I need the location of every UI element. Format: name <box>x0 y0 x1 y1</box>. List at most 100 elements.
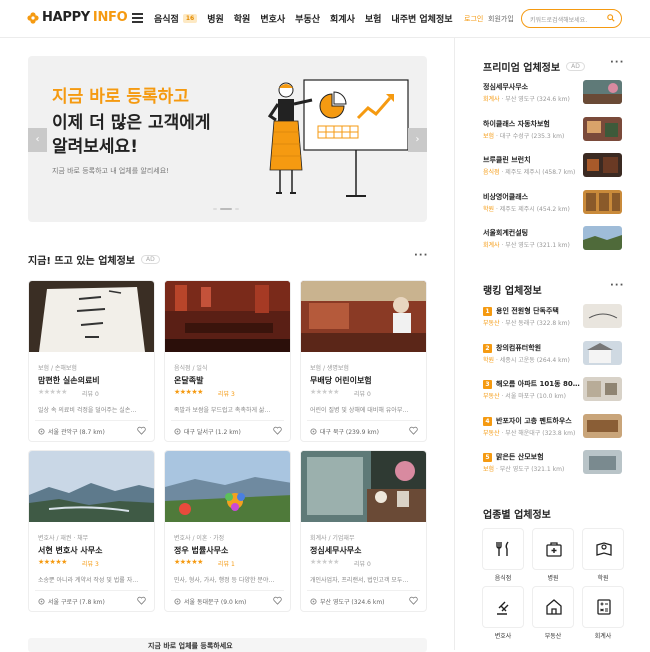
login-link[interactable]: 로그인 <box>464 14 483 24</box>
ranking-item[interactable]: 5 맑은든 산모보험 보험 · 부산 영도구 (321.1 km) <box>483 450 623 476</box>
rank-number: 1 <box>483 307 492 316</box>
review-count: 리뷰 0 <box>354 391 371 398</box>
divider <box>307 590 420 591</box>
rank-number: 4 <box>483 417 492 426</box>
nav-item-accountant[interactable]: 회계사 <box>330 12 355 25</box>
heart-icon[interactable] <box>273 426 282 435</box>
premium-item-name: 브루클린 브런치 <box>483 156 531 164</box>
ranking-name-text: 해오름 아파트 101동 80… <box>496 380 580 388</box>
hero-banner[interactable]: 지금 바로 등록하고 이제 더 많은 고객에게 알려보세요! 지금 바로 등록하… <box>28 56 427 222</box>
card-location: 서울 동대문구 (9.0 km) <box>174 597 246 606</box>
premium-item-location: 제주도 제주시 (458.7 km) <box>505 169 576 176</box>
premium-item-location: 대구 수성구 (235.3 km) <box>499 133 565 140</box>
heart-icon[interactable] <box>137 426 146 435</box>
nav-item-nearby[interactable]: 내주변 업체정보 <box>391 12 452 25</box>
business-card[interactable]: 보험 / 생명보험 무배당 어린이보험 ★★★★★ 리뷰 0 어린이 질병 및 … <box>300 280 427 442</box>
card-photo <box>165 451 290 522</box>
rank-number: 2 <box>483 344 492 353</box>
pagination-dot[interactable] <box>213 208 217 210</box>
search-placeholder: 키워드로검색해보세요. <box>530 17 588 24</box>
premium-item-location: 제주도 제주시 (454.2 km) <box>499 206 570 213</box>
banner-pagination[interactable] <box>213 208 242 210</box>
card-title: 온달족발 <box>174 376 204 385</box>
card-description: 소송뿐 아니라 계약서 작성 및 법률 자… <box>38 577 139 584</box>
pagination-dot[interactable] <box>235 208 239 210</box>
ranking-item[interactable]: 4 반포자이 고층 펜트하우스 부동산 · 부산 해운대구 (323.8 km) <box>483 414 623 440</box>
premium-item-thumbnail <box>583 117 622 141</box>
business-card[interactable]: 보험 / 손해보험 맘편한 실손의료비 ★★★★★ 리뷰 0 일상 속 의료비 … <box>28 280 155 442</box>
ranking-item[interactable]: 2 창의컴퓨터학원 학원 · 세종시 고운동 (264.4 km) <box>483 341 623 367</box>
nav-item-academy[interactable]: 학원 <box>234 12 251 25</box>
ranking-item-thumbnail <box>583 341 622 365</box>
business-card[interactable]: 회계사 / 기업재무 정심세무사무소 ★★★★★ 리뷰 0 개인사업자, 프리랜… <box>300 450 427 612</box>
ranking-name-text: 용인 전원형 단독주택 <box>496 307 559 315</box>
divider <box>35 590 148 591</box>
ranking-more-button[interactable]: ··· <box>610 280 624 291</box>
nav-item-restaurant[interactable]: 음식점 16 <box>154 12 198 25</box>
card-description: 민사, 형사, 가사, 행정 등 다양한 분야… <box>174 577 275 584</box>
nav-item-realestate[interactable]: 부동산 <box>295 12 320 25</box>
card-description: 개인사업자, 프리랜서, 법인고객 모두… <box>310 577 409 584</box>
ranking-name-text: 창의컴퓨터학원 <box>496 344 542 352</box>
business-card[interactable]: 음식점 / 일식 온달족발 ★★★★★ 리뷰 3 족발과 보쌈을 부드럽고 촉촉… <box>164 280 291 442</box>
nav-item-lawyer[interactable]: 변호사 <box>260 12 285 25</box>
category-restaurant[interactable] <box>482 528 524 570</box>
location-text: 부산 영도구 (324.6 km) <box>320 599 385 606</box>
card-title: 맘편한 실손의료비 <box>38 376 100 385</box>
ranking-item[interactable]: 3 해오름 아파트 101동 80… 부동산 · 서울 마포구 (10.0 km) <box>483 377 623 403</box>
ranking-item-name: 4 반포자이 고층 펜트하우스 <box>483 416 572 426</box>
logo[interactable]: HAPPY INFO <box>27 10 128 25</box>
category-academy[interactable] <box>582 528 624 570</box>
search-icon[interactable] <box>607 14 615 22</box>
premium-item[interactable]: 서울회계컨설팅 회계사 · 부산 영도구 (321.1 km) <box>483 226 623 252</box>
hot-title-text: 지금! 뜨고 있는 업체정보 <box>28 256 136 267</box>
nav-item-hospital[interactable]: 병원 <box>207 12 224 25</box>
banner-next-button[interactable]: › <box>408 128 427 152</box>
premium-more-button[interactable]: ··· <box>610 57 624 68</box>
card-location: 서울 관악구 (8.7 km) <box>38 427 105 436</box>
divider <box>35 420 148 421</box>
banner-subtext: 지금 바로 등록하고 내 업체를 알리세요! <box>52 167 169 175</box>
banner-prev-button[interactable]: ‹ <box>28 128 47 152</box>
house-icon <box>546 599 562 615</box>
sidebar-divider <box>454 38 455 650</box>
ranking-name-text: 반포자이 고층 펜트하우스 <box>496 417 572 425</box>
heart-icon[interactable] <box>137 596 146 605</box>
menu-icon[interactable] <box>132 13 143 23</box>
ranking-section-title: 랭킹 업체정보 <box>483 282 542 297</box>
search-input[interactable]: 키워드로검색해보세요. <box>521 9 622 28</box>
premium-item[interactable]: 하이클래스 자동차보험 보험 · 대구 수성구 (235.3 km) <box>483 117 623 143</box>
premium-item-meta: 회계사 · 부산 영도구 (324.6 km) <box>483 96 570 103</box>
category-accountant[interactable] <box>582 586 624 628</box>
business-card[interactable]: 변호사 / 이혼 · 가정 정우 법률사무소 ★★★★★ 리뷰 1 민사, 형사… <box>164 450 291 612</box>
card-category: 보험 / 생명보험 <box>310 365 349 372</box>
review-count: 리뷰 0 <box>354 561 371 568</box>
card-category: 회계사 / 기업재무 <box>310 535 355 542</box>
category-label: 음식점 <box>494 575 512 582</box>
heart-icon[interactable] <box>409 596 418 605</box>
premium-item[interactable]: 브루클린 브런치 음식점 · 제주도 제주시 (458.7 km) <box>483 153 623 179</box>
category-hospital[interactable] <box>532 528 574 570</box>
category-lawyer[interactable] <box>482 586 524 628</box>
pagination-dot-active[interactable] <box>220 208 232 210</box>
heart-icon[interactable] <box>409 426 418 435</box>
hot-more-button[interactable]: ··· <box>414 250 428 261</box>
business-card[interactable]: 변호사 / 재권 · 채무 서현 변호사 사무소 ★★★★★ 리뷰 3 소송뿐 … <box>28 450 155 612</box>
join-link[interactable]: 회원가입 <box>488 14 514 24</box>
premium-item[interactable]: 비상영어클래스 학원 · 제주도 제주시 (454.2 km) <box>483 190 623 216</box>
premium-item-category: 회계사 <box>483 96 500 103</box>
nav-item-insurance[interactable]: 보험 <box>365 12 382 25</box>
premium-item-category: 회계사 <box>483 242 500 249</box>
card-photo <box>29 451 154 522</box>
premium-item[interactable]: 정심세무사무소 회계사 · 부산 영도구 (324.6 km) <box>483 80 623 106</box>
ranking-item[interactable]: 1 용인 전원형 단독주택 부동산 · 부산 동래구 (322.8 km) <box>483 304 623 330</box>
card-category: 음식점 / 일식 <box>174 365 208 372</box>
heart-icon[interactable] <box>273 596 282 605</box>
location-pin-icon <box>38 598 45 605</box>
category-realestate[interactable] <box>532 586 574 628</box>
book-icon <box>596 542 612 556</box>
ranking-item-name: 2 창의컴퓨터학원 <box>483 343 541 353</box>
premium-item-meta: 학원 · 제주도 제주시 (454.2 km) <box>483 206 570 213</box>
location-text: 서울 관악구 (8.7 km) <box>48 429 105 436</box>
nav-label: 학원 <box>233 15 251 25</box>
